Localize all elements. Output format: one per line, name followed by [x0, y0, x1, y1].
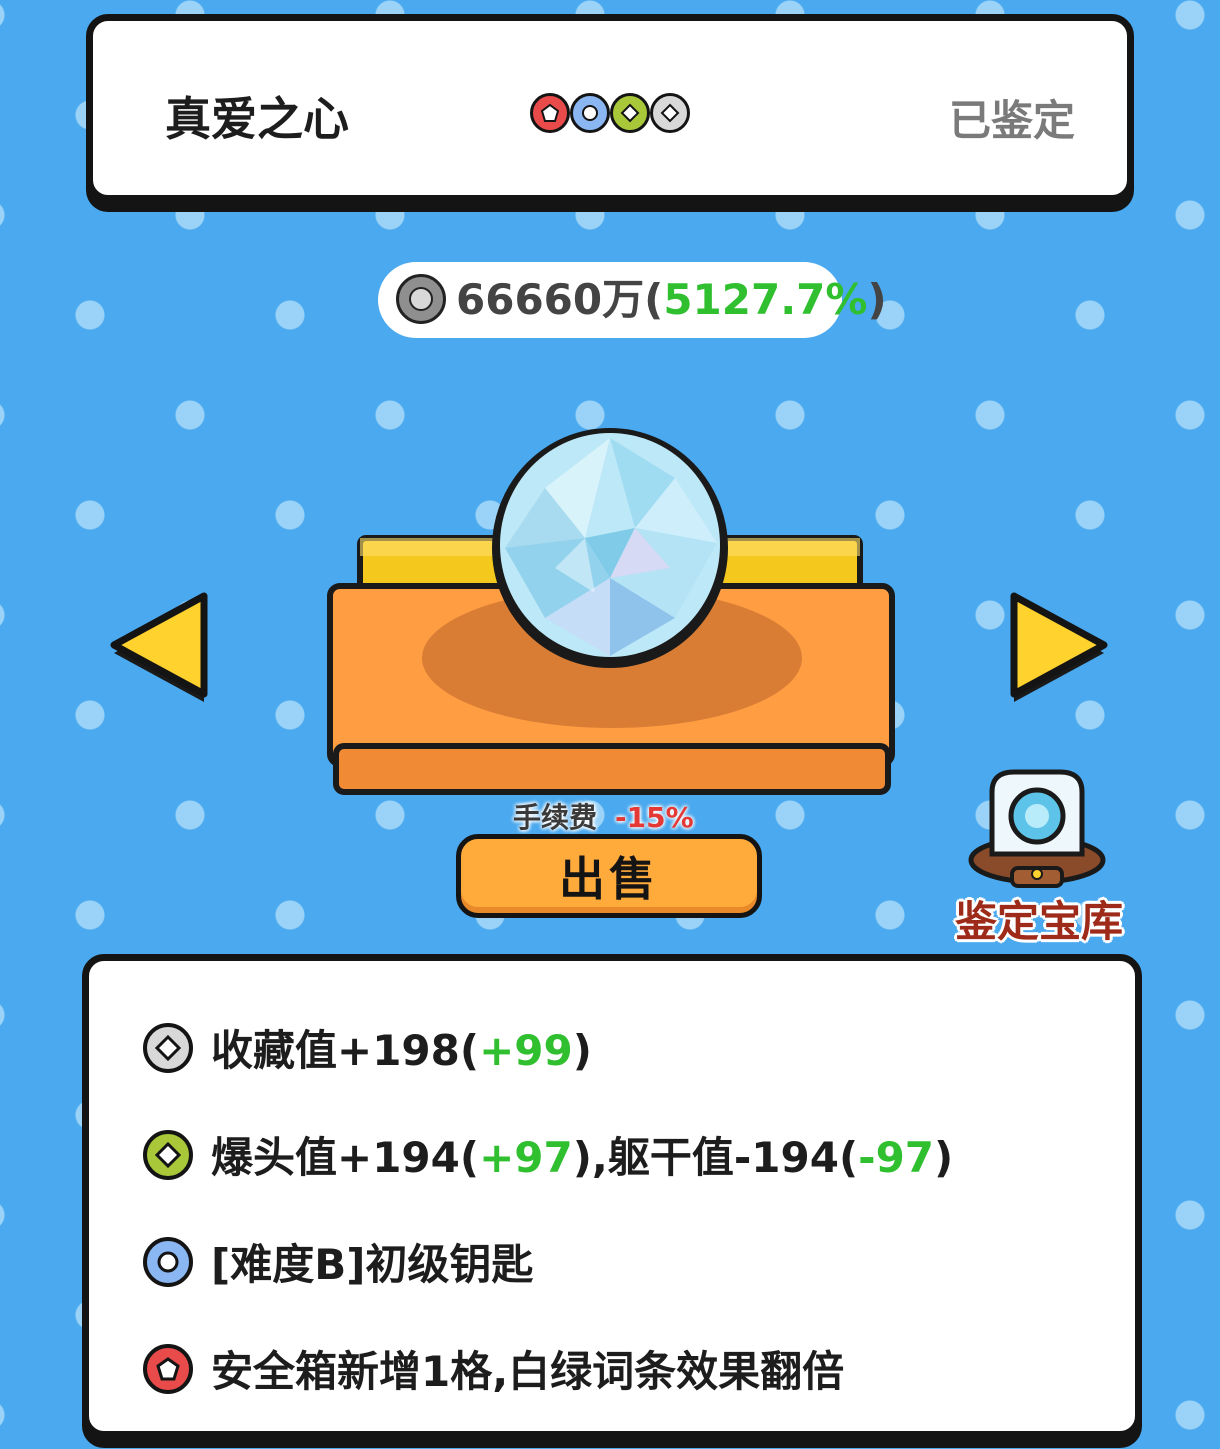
effect-text-part: 收藏值+198( [211, 1026, 480, 1075]
effect-bonus: +97 [479, 1133, 573, 1182]
next-item-button[interactable] [1004, 590, 1114, 710]
price-percent: 5127.7% [663, 275, 868, 324]
effect-text: 收藏值+198(+99) [211, 1017, 592, 1078]
price-display: 66660万(5127.7%) [378, 262, 887, 338]
effect-row-key: [难度B]初级钥匙 [143, 1231, 533, 1292]
vault-label: 鉴定宝库 [954, 897, 1123, 946]
white-diamond-gem-icon [143, 1022, 193, 1073]
effects-panel: 收藏值+198(+99) 爆头值+194(+97),躯干值-194(-97) [… [82, 954, 1142, 1438]
right-arrow-icon [1010, 592, 1108, 702]
effect-text-part: ) [572, 1026, 592, 1075]
price-amount: 66660万 [456, 275, 645, 324]
blue-circle-gem-icon [143, 1236, 193, 1287]
effect-text-part: ),躯干值-194( [572, 1133, 859, 1182]
red-pentagon-gem-icon [530, 93, 570, 133]
price-text: 66660万(5127.7%) [456, 272, 887, 328]
item-header-panel: 真爱之心 已鉴定 [86, 14, 1134, 202]
appraisal-vault-icon [968, 769, 1106, 888]
effect-text: 爆头值+194(+97),躯干值-194(-97) [211, 1124, 953, 1185]
price-close-paren: ) [867, 275, 887, 324]
appraisal-vault-button[interactable]: 鉴定宝库 [944, 764, 1134, 946]
fee-row: 手续费 -15% [513, 796, 694, 836]
effect-text-part: 爆头值+194( [211, 1133, 480, 1182]
silver-coin-icon [396, 274, 446, 324]
effect-text: [难度B]初级钥匙 [211, 1231, 533, 1292]
effect-text-part: 安全箱新增1格,白绿词条效果翻倍 [211, 1347, 845, 1396]
green-diamond-gem-icon [143, 1129, 193, 1180]
effect-bonus: -97 [858, 1133, 935, 1182]
price-open-paren: ( [644, 275, 664, 324]
effect-text: 安全箱新增1格,白绿词条效果翻倍 [211, 1338, 844, 1399]
effect-text-part: ) [934, 1133, 954, 1182]
effect-row-headshot: 爆头值+194(+97),躯干值-194(-97) [143, 1124, 953, 1185]
left-arrow-icon [110, 592, 208, 702]
white-diamond-gem-icon [650, 93, 690, 133]
identified-status: 已鉴定 [948, 96, 1075, 145]
fee-value: -15% [615, 801, 694, 834]
diamond-gem-icon [492, 428, 728, 668]
green-diamond-gem-icon [610, 93, 650, 133]
effect-row-safebox: 安全箱新增1格,白绿词条效果翻倍 [143, 1338, 844, 1399]
previous-item-button[interactable] [104, 590, 214, 710]
effect-text-part: [难度B]初级钥匙 [211, 1240, 534, 1289]
effect-bonus: +99 [479, 1026, 573, 1075]
item-name: 真爱之心 [165, 92, 349, 146]
effect-row-collection: 收藏值+198(+99) [143, 1017, 592, 1078]
sell-button-label: 出售 [559, 852, 659, 906]
blue-circle-gem-icon [570, 93, 610, 133]
sell-button[interactable]: 出售 [456, 834, 762, 918]
fee-label: 手续费 [513, 801, 598, 834]
red-pentagon-gem-icon [143, 1343, 193, 1394]
